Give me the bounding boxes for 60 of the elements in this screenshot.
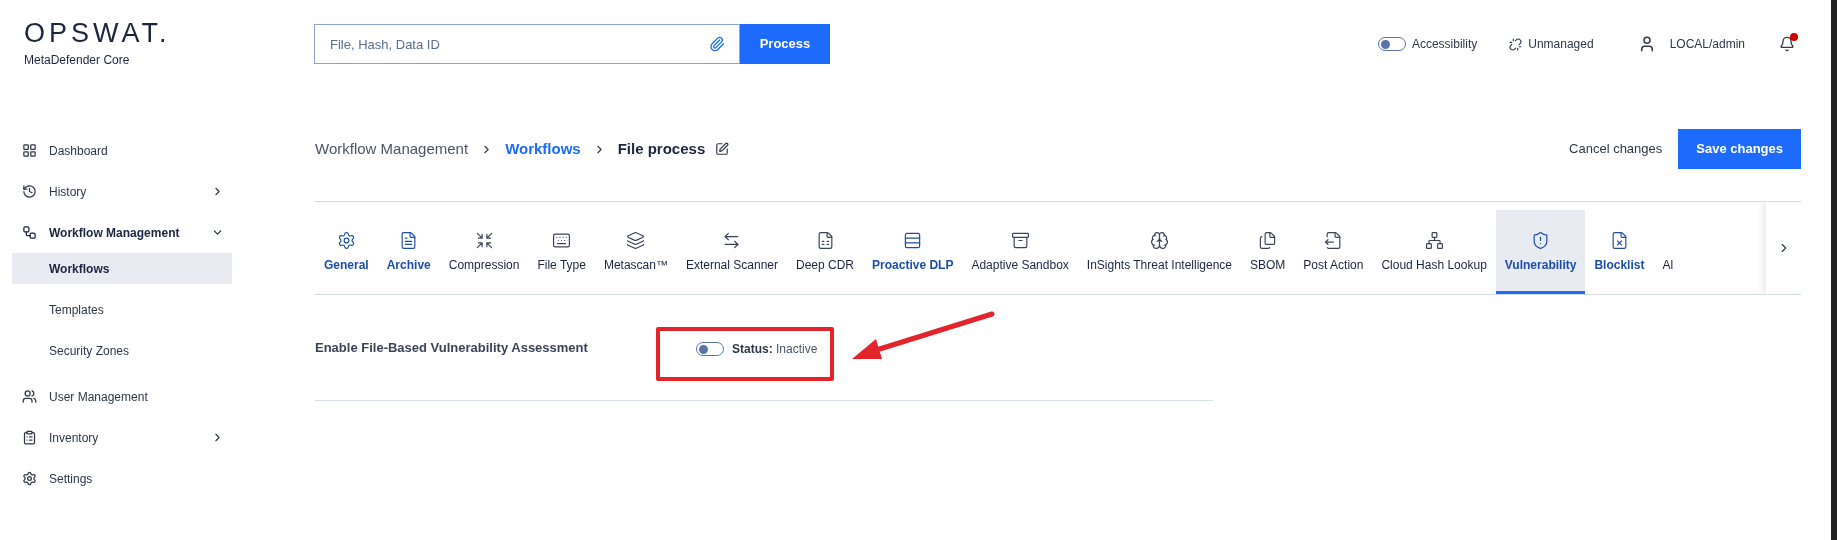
tab[interactable]: General <box>315 210 378 294</box>
tab[interactable]: External Scanner <box>676 210 787 294</box>
tab[interactable]: File Type <box>528 210 595 294</box>
gear-icon <box>336 230 356 250</box>
tab[interactable]: Archive <box>377 210 440 294</box>
breadcrumb-item: File process <box>617 138 706 159</box>
tab[interactable]: Cloud Hash Lookup <box>1372 210 1496 294</box>
accessibility-label[interactable]: Accessibility <box>1411 35 1478 53</box>
users-icon <box>22 389 37 404</box>
setting-label: Enable File-Based Vulnerability Assessment <box>315 338 589 357</box>
sidebar-item[interactable]: User Management <box>12 376 232 417</box>
tab[interactable]: Post Action <box>1294 210 1373 294</box>
notifications-bell[interactable] <box>1779 36 1795 52</box>
tab[interactable]: Metascan™ <box>594 210 677 294</box>
layers-icon <box>626 230 646 250</box>
save-button[interactable]: Save changes <box>1678 129 1801 169</box>
sidebar-item[interactable]: Settings <box>12 458 232 499</box>
sidebar-subitem[interactable]: Templates <box>12 294 232 325</box>
sidebar-item[interactable]: History <box>12 171 232 212</box>
tab[interactable]: SBOM <box>1241 210 1295 294</box>
grid-icon <box>22 143 37 158</box>
network-icon <box>1424 230 1444 250</box>
rows-icon <box>903 230 923 250</box>
breadcrumb-item: Workflow Management <box>315 138 469 159</box>
user-name[interactable]: LOCAL/admin <box>1669 35 1745 53</box>
sidebar-item[interactable]: Dashboard <box>12 130 232 171</box>
tab[interactable]: Compression <box>439 210 529 294</box>
file-export-icon <box>1323 230 1343 250</box>
brain-icon <box>1149 230 1169 250</box>
history-icon <box>22 184 37 199</box>
edit-icon[interactable] <box>715 142 730 156</box>
paperclip-icon[interactable] <box>709 36 725 52</box>
tab[interactable]: Adaptive Sandbox <box>962 210 1078 294</box>
status-text: Status: Inactive <box>732 341 818 358</box>
breadcrumb-item[interactable]: Workflows <box>505 137 581 161</box>
tab[interactable]: Deep CDR <box>787 210 864 294</box>
management-status: Unmanaged <box>1528 36 1594 53</box>
accessibility-toggle[interactable] <box>1377 37 1406 51</box>
tab[interactable]: Vulnerability <box>1495 210 1586 294</box>
process-button[interactable]: Process <box>740 24 830 64</box>
search-field[interactable]: File, Hash, Data ID <box>314 24 740 64</box>
workflow-icon <box>22 225 37 240</box>
tab[interactable]: Al <box>1653 210 1683 294</box>
tab[interactable]: InSights Threat Intelligence <box>1077 210 1241 294</box>
sidebar-item[interactable]: Inventory <box>12 417 232 458</box>
unlink-icon <box>1509 37 1523 51</box>
logo-wordmark: OPSWAT. <box>24 19 172 47</box>
cancel-button[interactable]: Cancel changes <box>1553 129 1679 169</box>
vulnerability-toggle[interactable] <box>696 342 724 356</box>
files-icon <box>1258 230 1278 250</box>
clipboard-icon <box>22 430 37 445</box>
sidebar-item[interactable]: Workflow Management <box>12 212 232 253</box>
sidebar-subitem[interactable]: Security Zones <box>12 335 232 366</box>
product-name: MetaDefender Core <box>24 51 131 69</box>
tab[interactable]: Blocklist <box>1585 210 1654 294</box>
shrink-icon <box>474 230 494 250</box>
sidebar-subitem[interactable]: Workflows <box>12 253 232 284</box>
tab[interactable]: Proactive DLP <box>863 210 963 294</box>
settings-icon <box>22 471 37 486</box>
archive-box-icon <box>1010 230 1030 250</box>
